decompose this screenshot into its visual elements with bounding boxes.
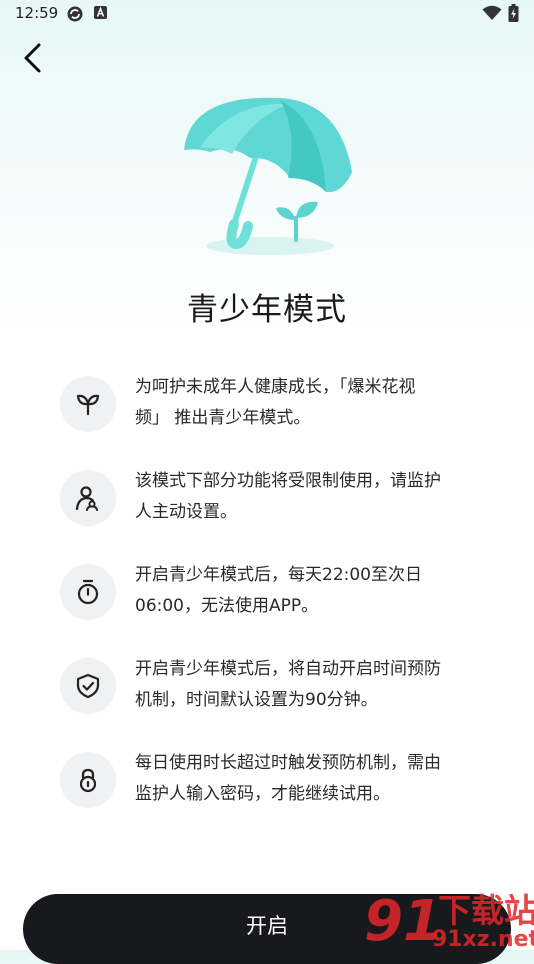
shield-check-icon bbox=[76, 673, 100, 699]
feature-text-line: 频」 推出青少年模式。 bbox=[135, 408, 311, 428]
feature-item-restriction: 该模式下部分功能将受限制使用，请监护 人主动设置。 bbox=[60, 466, 480, 560]
sync-icon bbox=[67, 6, 83, 22]
battery-charging-icon bbox=[508, 4, 519, 22]
wifi-icon bbox=[482, 5, 502, 20]
back-button[interactable] bbox=[14, 38, 54, 78]
sprout-icon bbox=[76, 394, 100, 416]
feature-text-line: 开启青少年模式后，将自动开启时间预防 bbox=[135, 659, 441, 679]
feature-text: 为呵护未成年人健康成长，「爆米花视 频」 推出青少年模式。 bbox=[135, 372, 480, 434]
feature-text-line: 每日使用时长超过时触发预防机制，需由 bbox=[135, 753, 441, 773]
feature-icon-badge bbox=[60, 470, 116, 526]
feature-icon-badge bbox=[60, 564, 116, 620]
stopwatch-icon bbox=[77, 579, 99, 605]
svg-text:91xz.net: 91xz.net bbox=[432, 927, 534, 950]
feature-icon-badge bbox=[60, 752, 116, 808]
feature-text-line: 开启青少年模式后，每天22:00至次日 bbox=[135, 565, 422, 585]
guardian-icon bbox=[75, 486, 98, 511]
status-bar: 12:59 bbox=[0, 0, 534, 28]
feature-text-line: 为呵护未成年人健康成长，「爆米花视 bbox=[135, 377, 416, 397]
feature-item-password: 每日使用时长超过时触发预防机制，需由 监护人输入密码，才能继续试用。 bbox=[60, 748, 480, 842]
svg-text:下载站: 下载站 bbox=[438, 891, 534, 930]
lock-icon bbox=[79, 768, 97, 793]
feature-text-line: 06:00，无法使用APP。 bbox=[135, 596, 319, 616]
feature-icon-badge bbox=[60, 376, 116, 432]
a-badge-icon bbox=[94, 6, 107, 19]
feature-text-line: 该模式下部分功能将受限制使用，请监护 bbox=[135, 471, 441, 491]
feature-item-prevention: 开启青少年模式后，将自动开启时间预防 机制，时间默认设置为90分钟。 bbox=[60, 654, 480, 748]
svg-text:91: 91 bbox=[364, 889, 442, 950]
feature-text: 开启青少年模式后，每天22:00至次日 06:00，无法使用APP。 bbox=[135, 560, 480, 622]
feature-text-line: 人主动设置。 bbox=[135, 502, 237, 522]
umbrella-sprout-illustration bbox=[184, 97, 352, 255]
feature-text: 每日使用时长超过时触发预防机制，需由 监护人输入密码，才能继续试用。 bbox=[135, 748, 480, 810]
chevron-left-icon bbox=[24, 43, 41, 73]
watermark-logo: 91 下载站 91xz.net bbox=[364, 889, 534, 950]
feature-text-line: 机制，时间默认设置为90分钟。 bbox=[135, 690, 378, 710]
feature-icon-badge bbox=[60, 658, 116, 714]
feature-text: 该模式下部分功能将受限制使用，请监护 人主动设置。 bbox=[135, 466, 480, 528]
status-time: 12:59 bbox=[15, 4, 59, 22]
feature-item-time-limit: 开启青少年模式后，每天22:00至次日 06:00，无法使用APP。 bbox=[60, 560, 480, 654]
feature-text-line: 监护人输入密码，才能继续试用。 bbox=[135, 784, 390, 804]
page-title: 青少年模式 bbox=[187, 292, 347, 328]
feature-text: 开启青少年模式后，将自动开启时间预防 机制，时间默认设置为90分钟。 bbox=[135, 654, 480, 716]
feature-item-protection: 为呵护未成年人健康成长，「爆米花视 频」 推出青少年模式。 bbox=[60, 372, 480, 466]
feature-list: 为呵护未成年人健康成长，「爆米花视 频」 推出青少年模式。 该模式下部分功能将受… bbox=[60, 372, 480, 842]
